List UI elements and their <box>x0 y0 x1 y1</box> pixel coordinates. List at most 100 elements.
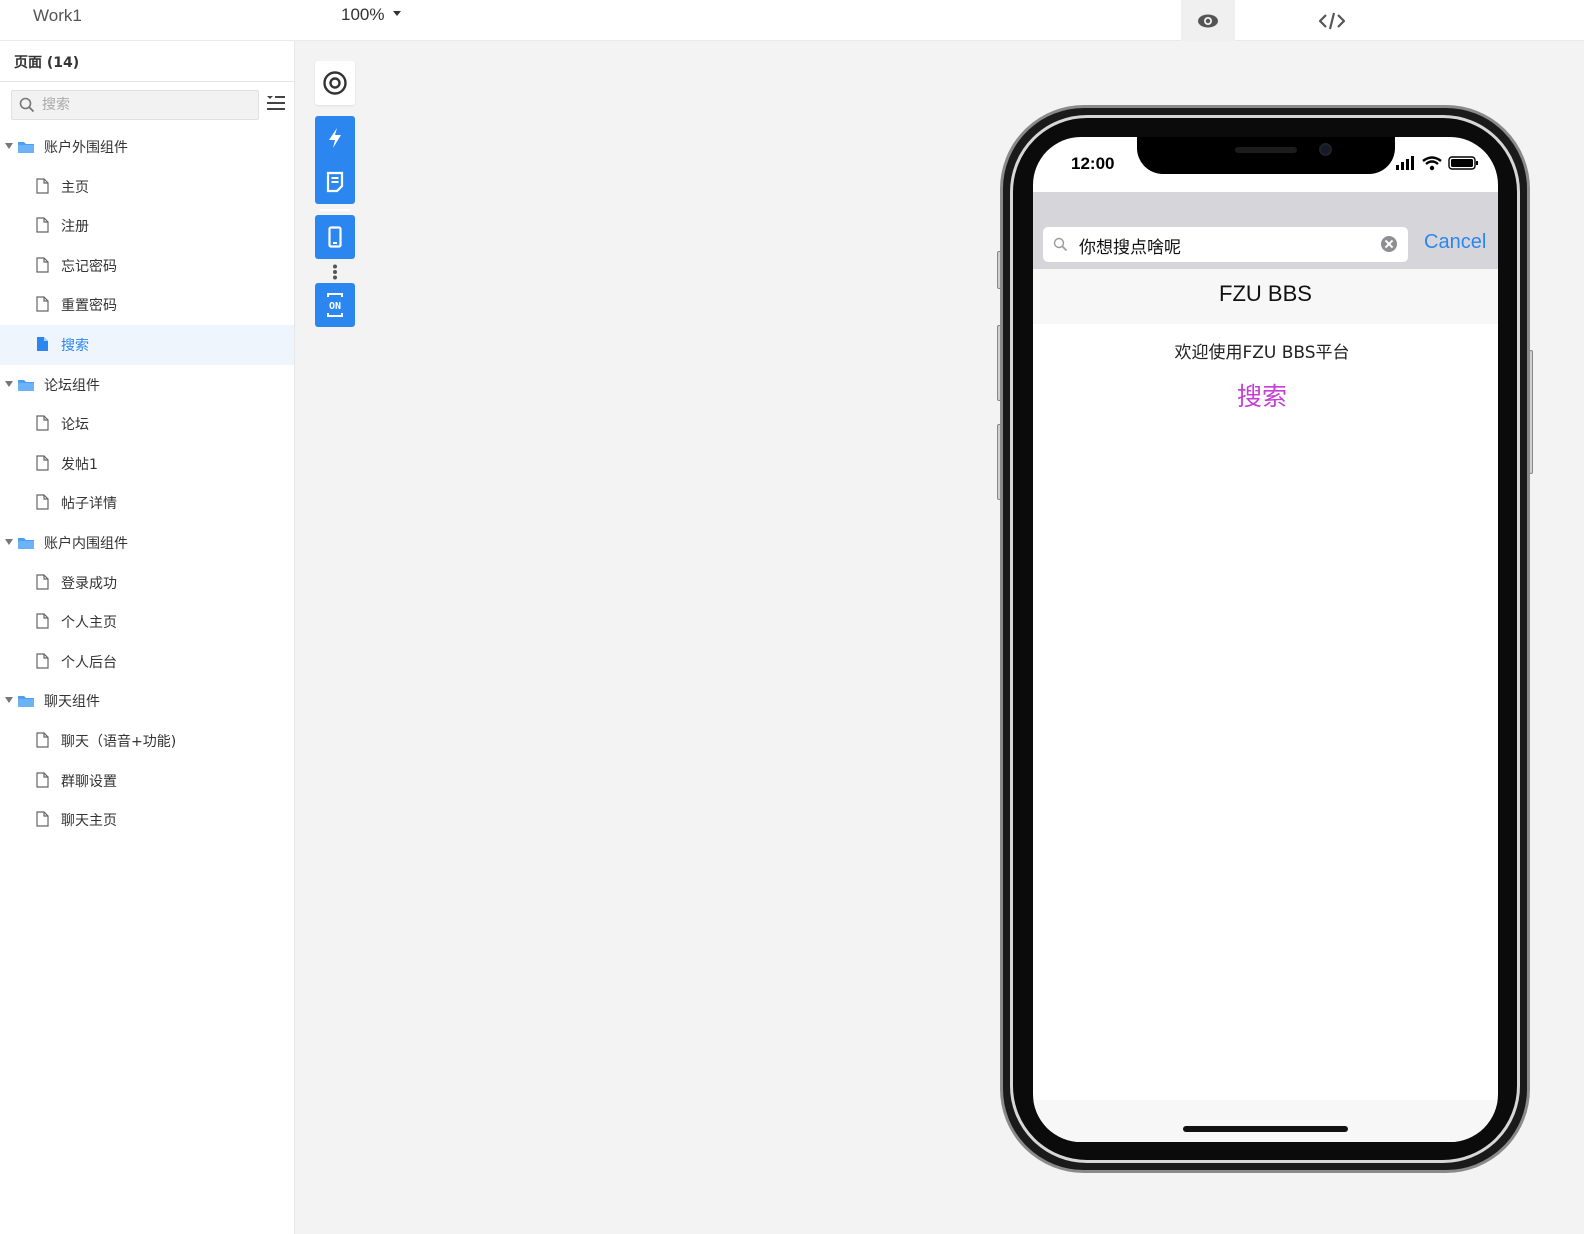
tree-page-item[interactable]: 个人主页 <box>0 602 294 642</box>
page-search-input[interactable] <box>42 95 242 115</box>
tree-page-item[interactable]: 登录成功 <box>0 563 294 603</box>
sort-list-icon <box>267 96 285 110</box>
folder-label: 账户内围组件 <box>44 535 128 552</box>
page-label: 聊天（语音+功能) <box>61 733 177 750</box>
sort-button[interactable] <box>266 95 286 115</box>
tree-page-item[interactable]: 论坛 <box>0 404 294 444</box>
on-toggle-icon: ON <box>327 293 343 317</box>
eye-icon <box>1198 14 1218 27</box>
tree-page-item[interactable]: 聊天（语音+功能) <box>0 721 294 761</box>
tree-folder[interactable]: 聊天组件 <box>0 681 294 721</box>
status-time: 12:00 <box>1071 154 1115 173</box>
target-tool-button[interactable] <box>315 61 355 105</box>
folder-icon <box>17 693 35 712</box>
code-button[interactable] <box>1305 0 1359 41</box>
page-search-box[interactable] <box>11 90 259 120</box>
wifi-icon <box>1422 156 1442 171</box>
page-label: 主页 <box>61 179 89 196</box>
tree-page-item[interactable]: 群聊设置 <box>0 761 294 801</box>
on-label: ON <box>329 301 341 312</box>
page-icon <box>36 455 49 475</box>
caret-down-icon <box>393 11 402 17</box>
search-link[interactable]: 搜索 <box>1033 377 1491 413</box>
page-label: 聊天主页 <box>61 813 117 830</box>
clear-search-icon[interactable] <box>1381 236 1397 252</box>
tree-page-item[interactable]: 聊天主页 <box>0 800 294 840</box>
note-icon <box>326 171 344 193</box>
tree-page-item[interactable]: 个人后台 <box>0 642 294 682</box>
tree-page-item[interactable]: 主页 <box>0 167 294 207</box>
page-icon <box>36 613 49 633</box>
lightning-icon <box>329 128 341 148</box>
on-toggle-button[interactable]: ON <box>315 283 355 327</box>
tree-page-item[interactable]: 重置密码 <box>0 285 294 325</box>
folder-label: 账户外围组件 <box>44 140 128 156</box>
notes-button[interactable] <box>315 160 355 204</box>
device-button[interactable] <box>315 215 355 259</box>
search-icon <box>19 97 35 113</box>
phone-search-field[interactable]: 你想搜点啥呢 <box>1043 227 1408 262</box>
zoom-dropdown[interactable]: 100% <box>341 5 402 25</box>
bottom-safe-area <box>1033 1100 1498 1142</box>
page-icon <box>36 732 49 752</box>
search-icon <box>1053 237 1068 252</box>
tree-folder[interactable]: 论坛组件 <box>0 365 294 405</box>
tree-page-item[interactable]: 搜索 <box>0 324 294 365</box>
page-label: 个人主页 <box>61 615 117 632</box>
folder-icon <box>17 377 35 396</box>
project-title: Work1 <box>33 6 82 25</box>
page-icon <box>36 811 49 831</box>
interaction-button[interactable] <box>315 116 355 160</box>
pages-sidebar: 页面 (14) 账户外围组件主页注册忘记密码重置密码搜索论坛组件论坛发帖1 帖子详… <box>0 41 295 1234</box>
page-icon <box>36 217 49 237</box>
phone-notch <box>1137 137 1395 174</box>
preview-button[interactable] <box>1181 0 1235 41</box>
tree-folder[interactable]: 账户内围组件 <box>0 523 294 563</box>
tree-page-item[interactable]: 忘记密码 <box>0 246 294 286</box>
tree-page-item[interactable]: 发帖1 <box>0 444 294 484</box>
page-label: 搜索 <box>61 337 89 354</box>
welcome-text: 欢迎使用FZU BBS平台 <box>1174 343 1350 363</box>
page-icon <box>36 177 49 198</box>
front-camera <box>1319 143 1332 156</box>
expand-arrow-icon[interactable] <box>5 143 13 149</box>
more-dots-icon[interactable] <box>332 264 338 284</box>
page-icon <box>36 336 49 356</box>
nav-title: FZU BBS <box>1219 281 1312 306</box>
page-label: 注册 <box>61 219 89 236</box>
top-bar: Work1 100% <box>0 0 1584 41</box>
battery-icon <box>1448 156 1478 170</box>
folder-icon <box>17 139 35 158</box>
expand-arrow-icon[interactable] <box>5 380 13 387</box>
page-label: 忘记密码 <box>61 258 117 275</box>
search-bar-area: 你想搜点啥呢 Cancel <box>1033 192 1498 269</box>
page-label: 个人后台 <box>61 654 117 671</box>
status-icons <box>1395 155 1479 175</box>
target-icon <box>323 71 347 95</box>
code-icon <box>1319 12 1345 29</box>
page-tree: 账户外围组件主页注册忘记密码重置密码搜索论坛组件 论坛 发帖1 帖子详情账户内围组件登… <box>0 127 294 840</box>
phone-icon <box>328 226 342 248</box>
toolbar-divider <box>320 209 350 211</box>
pages-title: 页面 (14) <box>14 55 80 71</box>
tree-page-item[interactable]: 注册 <box>0 206 294 246</box>
page-icon <box>36 653 49 673</box>
speaker-grill <box>1235 147 1297 153</box>
page-icon <box>36 257 49 277</box>
tree-page-item[interactable]: 帖子详情 <box>0 483 294 523</box>
cancel-button[interactable]: Cancel <box>1424 231 1486 254</box>
zoom-value: 100% <box>341 5 385 24</box>
page-label: 登录成功 <box>61 575 117 592</box>
pages-header: 页面 (14) <box>0 41 294 82</box>
page-label: 重置密码 <box>61 298 117 315</box>
page-label: 帖子详情 <box>61 496 117 513</box>
folder-label: 聊天组件 <box>44 694 100 711</box>
expand-arrow-icon[interactable] <box>5 697 13 704</box>
tree-folder[interactable]: 账户外围组件 <box>0 127 294 167</box>
home-indicator[interactable] <box>1183 1126 1348 1132</box>
page-icon <box>36 494 49 514</box>
nav-bar: FZU BBS <box>1033 269 1498 324</box>
expand-arrow-icon[interactable] <box>5 538 13 545</box>
page-icon <box>36 771 49 792</box>
phone-screen: 12:00 你想搜点啥呢 Cancel FZU BBS 欢迎使用FZU BBS平… <box>1033 137 1498 1142</box>
